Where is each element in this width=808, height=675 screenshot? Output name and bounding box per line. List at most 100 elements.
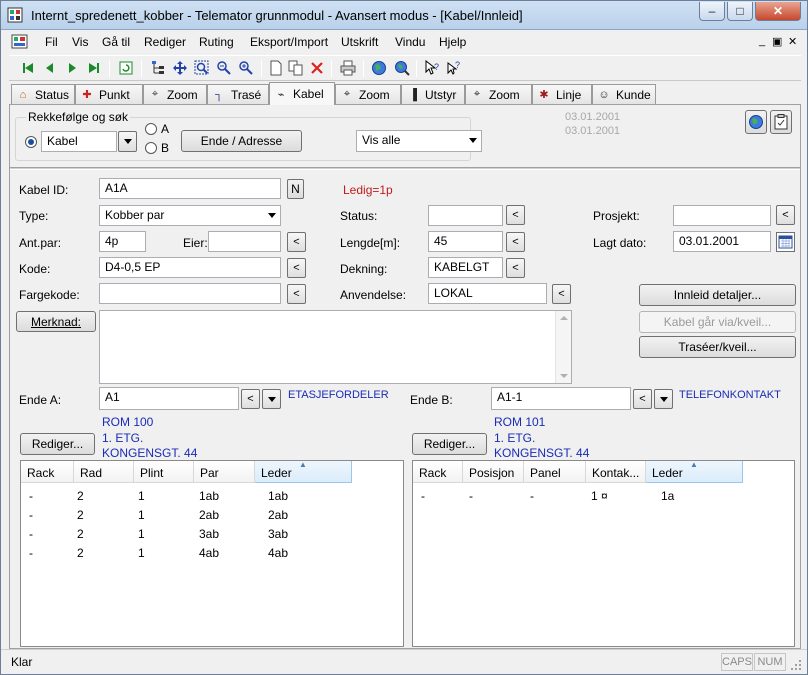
zoom-out-icon[interactable] — [215, 59, 233, 77]
tab-status[interactable]: ⌂ Status — [11, 84, 75, 104]
status-field[interactable] — [428, 205, 503, 226]
type-select[interactable]: Kobber par — [99, 205, 281, 226]
delete-icon[interactable] — [308, 59, 326, 77]
maximize-button[interactable]: □ — [727, 2, 753, 21]
grid-a-col-leder[interactable]: ▲ Leder — [255, 461, 352, 483]
next-record-icon[interactable] — [63, 59, 81, 77]
tab-zoom-utstyr[interactable]: ⌖ Zoom — [465, 84, 532, 104]
help-pointer-icon[interactable]: ? — [423, 59, 441, 77]
fargekode-field[interactable] — [99, 283, 281, 304]
ende-a-grid[interactable]: Rack Rad Plint Par ▲ Leder - 2 1 1ab 1ab … — [20, 460, 404, 647]
tab-kabel[interactable]: ⌁ Kabel — [269, 82, 335, 105]
filter-select[interactable]: Vis alle — [356, 130, 482, 152]
grid-a-col-rack[interactable]: Rack — [21, 461, 74, 483]
ende-b-dropdown-button[interactable] — [654, 389, 673, 409]
kabel-id-field[interactable]: A1A — [99, 178, 281, 199]
innleid-details-button[interactable]: Innleid detaljer... — [639, 284, 796, 306]
mdi-restore-button[interactable]: ▣ — [772, 35, 782, 48]
dekning-lookup-button[interactable]: < — [506, 258, 525, 278]
mdi-close-button[interactable]: ✕ — [788, 35, 797, 48]
order-radio[interactable] — [25, 136, 37, 148]
close-button[interactable]: ✕ — [755, 2, 801, 21]
prosjekt-lookup-button[interactable]: < — [776, 205, 795, 225]
menu-eksport-import[interactable]: Eksport/Import — [250, 35, 328, 49]
previous-record-icon[interactable] — [41, 59, 59, 77]
prosjekt-field[interactable] — [673, 205, 771, 226]
tab-zoom-punkt[interactable]: ⌖ Zoom — [143, 84, 207, 104]
tab-zoom-kabel[interactable]: ⌖ Zoom — [335, 84, 401, 104]
resize-grip-icon[interactable] — [789, 658, 803, 672]
menu-utskrift[interactable]: Utskrift — [341, 35, 378, 49]
order-dropdown-button[interactable] — [118, 131, 137, 152]
zoom-window-icon[interactable] — [193, 59, 211, 77]
first-record-icon[interactable] — [19, 59, 37, 77]
radio-b[interactable] — [145, 142, 157, 154]
menu-ga-til[interactable]: Gå til — [102, 35, 130, 49]
print-icon[interactable] — [339, 59, 357, 77]
ende-b-edit-button[interactable]: Rediger... — [412, 433, 487, 455]
lengde-field[interactable]: 45 — [428, 231, 503, 252]
copy-icon[interactable] — [287, 59, 305, 77]
zoom-in-icon[interactable] — [237, 59, 255, 77]
grid-b-col-leder[interactable]: ▲ Leder — [646, 461, 743, 483]
new-document-icon[interactable] — [267, 59, 285, 77]
ende-a-dropdown-button[interactable] — [262, 389, 281, 409]
grid-b-col-posisjon[interactable]: Posisjon — [463, 461, 524, 483]
eier-lookup-button[interactable]: < — [287, 232, 306, 252]
calendar-button[interactable] — [776, 232, 795, 252]
antpar-field[interactable]: 4p — [99, 231, 146, 252]
globe-search-icon[interactable] — [393, 59, 411, 77]
tree-view-icon[interactable] — [149, 59, 167, 77]
ende-b-lookup-button[interactable]: < — [633, 389, 652, 409]
anvendelse-field[interactable]: LOKAL — [428, 283, 547, 304]
dekning-field[interactable]: KABELGT — [428, 257, 503, 278]
menu-fil[interactable]: Fil — [45, 35, 58, 49]
lengde-lookup-button[interactable]: < — [506, 232, 525, 252]
menu-ruting[interactable]: Ruting — [199, 35, 234, 49]
lagt-dato-field[interactable]: 03.01.2001 — [673, 231, 771, 252]
menu-hjelp[interactable]: Hjelp — [439, 35, 466, 49]
globe-link-button[interactable] — [745, 110, 767, 134]
menu-rediger[interactable]: Rediger — [144, 35, 186, 49]
clipboard-button[interactable] — [770, 110, 792, 134]
order-combo[interactable]: Kabel — [41, 131, 117, 152]
grid-b-col-kontakt[interactable]: Kontak... — [586, 461, 646, 483]
document-icon[interactable] — [11, 34, 29, 50]
ende-a-field[interactable]: A1 — [99, 387, 239, 410]
grid-a-col-plint[interactable]: Plint — [134, 461, 194, 483]
status-lookup-button[interactable]: < — [506, 205, 525, 225]
anvendelse-lookup-button[interactable]: < — [552, 284, 571, 304]
context-help-icon[interactable]: ? — [445, 59, 463, 77]
menu-vis[interactable]: Vis — [72, 35, 88, 49]
eier-field[interactable] — [208, 231, 281, 252]
tab-linje[interactable]: ✱ Linje — [532, 84, 592, 104]
fargekode-lookup-button[interactable]: < — [287, 284, 306, 304]
tab-utstyr[interactable]: ▐ Utstyr — [401, 84, 465, 104]
ende-a-lookup-button[interactable]: < — [241, 389, 260, 409]
merknad-textarea[interactable] — [99, 310, 572, 384]
ende-b-grid[interactable]: Rack Posisjon Panel Kontak... ▲ Leder - -… — [412, 460, 795, 647]
traseer-button[interactable]: Traséer/kveil... — [639, 336, 796, 358]
globe-icon[interactable] — [370, 59, 388, 77]
grid-b-col-rack[interactable]: Rack — [413, 461, 463, 483]
menu-vindu[interactable]: Vindu — [395, 35, 425, 49]
mdi-minimize-button[interactable]: _ — [759, 35, 765, 47]
radio-a[interactable] — [145, 123, 157, 135]
title-bar[interactable]: Internt_spredenett_kobber - Telemator gr… — [1, 1, 807, 30]
grid-a-col-rad[interactable]: Rad — [74, 461, 134, 483]
refresh-icon[interactable] — [117, 59, 135, 77]
tab-kunde[interactable]: ☺ Kunde — [592, 84, 656, 104]
ende-b-field[interactable]: A1-1 — [491, 387, 631, 410]
last-record-icon[interactable] — [85, 59, 103, 77]
tab-punkt[interactable]: ✚ Punkt — [75, 84, 143, 104]
minimize-button[interactable]: – — [699, 2, 725, 21]
tab-trase[interactable]: ┐ Trasé — [207, 84, 269, 104]
end-address-button[interactable]: Ende / Adresse — [181, 130, 302, 152]
grid-a-col-par[interactable]: Par — [194, 461, 255, 483]
grid-b-col-panel[interactable]: Panel — [524, 461, 586, 483]
cable-via-button[interactable]: Kabel går via/kveil... — [639, 311, 796, 333]
merknad-scrollbar[interactable] — [555, 311, 571, 383]
kode-lookup-button[interactable]: < — [287, 258, 306, 278]
ende-a-edit-button[interactable]: Rediger... — [20, 433, 95, 455]
new-id-button[interactable]: N — [287, 179, 304, 199]
